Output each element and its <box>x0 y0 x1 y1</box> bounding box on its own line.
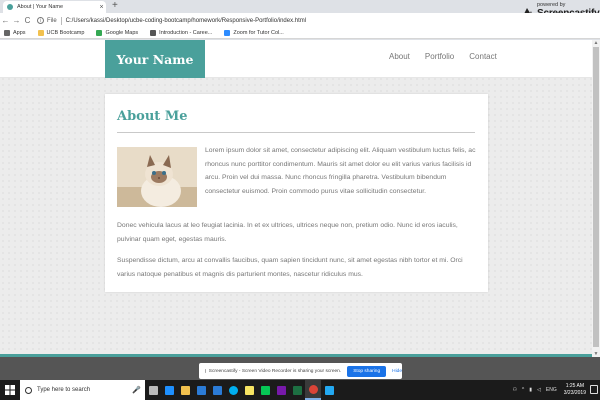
clock-date: 3/23/2019 <box>563 390 586 396</box>
start-button[interactable] <box>0 380 20 400</box>
task-view-icon <box>148 385 158 395</box>
chevron-up-icon[interactable]: ^ <box>522 387 524 393</box>
taskbar-search[interactable]: Type here to search 🎤 <box>20 380 145 400</box>
nav-contact[interactable]: Contact <box>469 52 497 61</box>
page-icon <box>150 30 157 36</box>
taskbar-app-button[interactable] <box>225 380 241 400</box>
network-icon[interactable]: ▮ <box>529 387 532 393</box>
taskbar-app-button[interactable] <box>145 380 161 400</box>
pinned-apps <box>145 380 337 400</box>
notification-icon[interactable] <box>590 385 598 394</box>
page-scrollbar[interactable]: ▲ ▼ <box>592 40 600 357</box>
back-button[interactable]: ← <box>0 16 11 25</box>
new-tab-button[interactable]: + <box>112 0 118 12</box>
tab-close-icon[interactable]: × <box>97 4 106 11</box>
bookmark-item[interactable]: UCB Bootcamp <box>37 30 85 36</box>
divider <box>60 16 62 25</box>
hide-button[interactable]: Hide <box>392 369 402 374</box>
sharing-icon <box>205 369 206 373</box>
bookmark-label: UCB Bootcamp <box>46 30 85 36</box>
system-tray: ⚇ ^ ▮ ◁ ENG 1:25 AM 3/23/2019 <box>507 380 586 400</box>
volume-icon[interactable]: ◁ <box>537 387 541 393</box>
tab-strip: About | Your Name × + powered by Screenc… <box>0 0 600 19</box>
cat-image <box>117 147 197 207</box>
reload-button[interactable]: C <box>22 16 33 25</box>
scroll-up-icon[interactable]: ▲ <box>592 40 600 46</box>
taskbar-app-button[interactable] <box>273 380 289 400</box>
web-page: Your Name About Portfolio Contact About … <box>0 40 592 357</box>
nav-about[interactable]: About <box>389 52 410 61</box>
about-card: About Me Lorem ipsum dolor sit amet, con… <box>105 94 488 292</box>
apps-grid-icon <box>4 30 10 36</box>
nav-portfolio[interactable]: Portfolio <box>425 52 454 61</box>
scheme-label: File <box>47 17 57 24</box>
divider <box>117 132 475 133</box>
taskbar-app-button[interactable] <box>289 380 305 400</box>
clock-time: 1:25 AM <box>565 383 585 389</box>
sharing-message: Screencastify - Screen Video Recorder is… <box>208 368 342 374</box>
page-title: About Me <box>117 109 188 124</box>
line-icon <box>260 385 270 395</box>
taskbar-app-button[interactable] <box>241 380 257 400</box>
file-explorer-icon <box>180 385 190 395</box>
taskbar-app-button[interactable] <box>209 380 225 400</box>
bookmark-label: Apps <box>13 30 26 36</box>
bookmark-item[interactable]: Introduction - Caree... <box>150 30 212 36</box>
excel-icon <box>292 385 302 395</box>
site-nav: About Portfolio Contact <box>389 52 512 61</box>
bookmarks-bar: Apps UCB Bootcamp Google Maps Introduction … <box>0 28 600 39</box>
about-paragraph: Suspendisse dictum, arcu at convallis fa… <box>117 257 463 278</box>
mail-icon <box>212 385 222 395</box>
maps-icon <box>96 30 103 36</box>
people-icon[interactable]: ⚇ <box>512 387 516 393</box>
site-header: Your Name About Portfolio Contact <box>0 40 592 78</box>
sticky-notes-icon <box>244 385 254 395</box>
scroll-thumb[interactable] <box>593 47 599 347</box>
bookmark-item[interactable]: Google Maps <box>96 30 138 36</box>
info-icon[interactable]: i <box>37 17 44 24</box>
cat-photo <box>117 147 197 207</box>
browser-tab[interactable]: About | Your Name × <box>3 1 106 13</box>
about-paragraph: Donec vehicula lacus at leo feugiat laci… <box>117 222 458 243</box>
edge-icon <box>164 385 174 395</box>
windows-logo-icon <box>5 385 15 395</box>
brand-block[interactable]: Your Name <box>105 40 205 78</box>
microphone-icon[interactable]: 🎤 <box>132 386 141 394</box>
taskbar-app-button[interactable] <box>321 380 337 400</box>
taskbar-app-button[interactable] <box>305 380 321 400</box>
windows-taskbar: Type here to search 🎤 ⚇ ^ ▮ ◁ ENG 1:25 A… <box>0 380 600 400</box>
bookmark-label: Introduction - Caree... <box>159 30 213 36</box>
language-indicator[interactable]: ENG <box>546 387 557 393</box>
chrome-icon <box>308 384 318 394</box>
taskbar-app-button[interactable] <box>161 380 177 400</box>
clock[interactable]: 1:25 AM 3/23/2019 <box>564 383 586 397</box>
search-placeholder: Type here to search <box>37 387 91 393</box>
bookmark-label: Zoom for Tutor Col... <box>233 30 284 36</box>
vscode-icon <box>324 385 334 395</box>
skype-icon <box>228 385 238 395</box>
taskbar-app-button[interactable] <box>177 380 193 400</box>
stop-sharing-button[interactable]: Stop sharing <box>347 365 387 377</box>
cortana-icon <box>25 386 32 394</box>
bookmark-label: Google Maps <box>105 30 139 36</box>
bookmark-item[interactable]: Zoom for Tutor Col... <box>224 30 284 36</box>
tab-title: About | Your Name <box>17 4 64 10</box>
onenote-icon <box>276 385 286 395</box>
bookmark-item[interactable]: Apps <box>4 30 26 36</box>
screen-sharing-bar: Screencastify - Screen Video Recorder is… <box>199 363 402 379</box>
taskbar-app-button[interactable] <box>193 380 209 400</box>
browser-toolbar: ← → C i File C:/Users/kassi/Desktop/ucbe… <box>0 13 600 28</box>
address-bar[interactable]: i File C:/Users/kassi/Desktop/ucbe-codin… <box>37 15 306 27</box>
favicon-icon <box>7 4 13 10</box>
store-icon <box>196 385 206 395</box>
brand-name[interactable]: Your Name <box>117 52 194 67</box>
folder-icon <box>37 30 44 36</box>
url-text[interactable]: C:/Users/kassi/Desktop/ucbe-coding-bootc… <box>66 18 306 24</box>
taskbar-app-button[interactable] <box>257 380 273 400</box>
forward-button[interactable]: → <box>11 16 22 25</box>
about-paragraph: Lorem ipsum dolor sit amet, consectetur … <box>205 147 476 196</box>
zoom-icon <box>224 30 231 36</box>
